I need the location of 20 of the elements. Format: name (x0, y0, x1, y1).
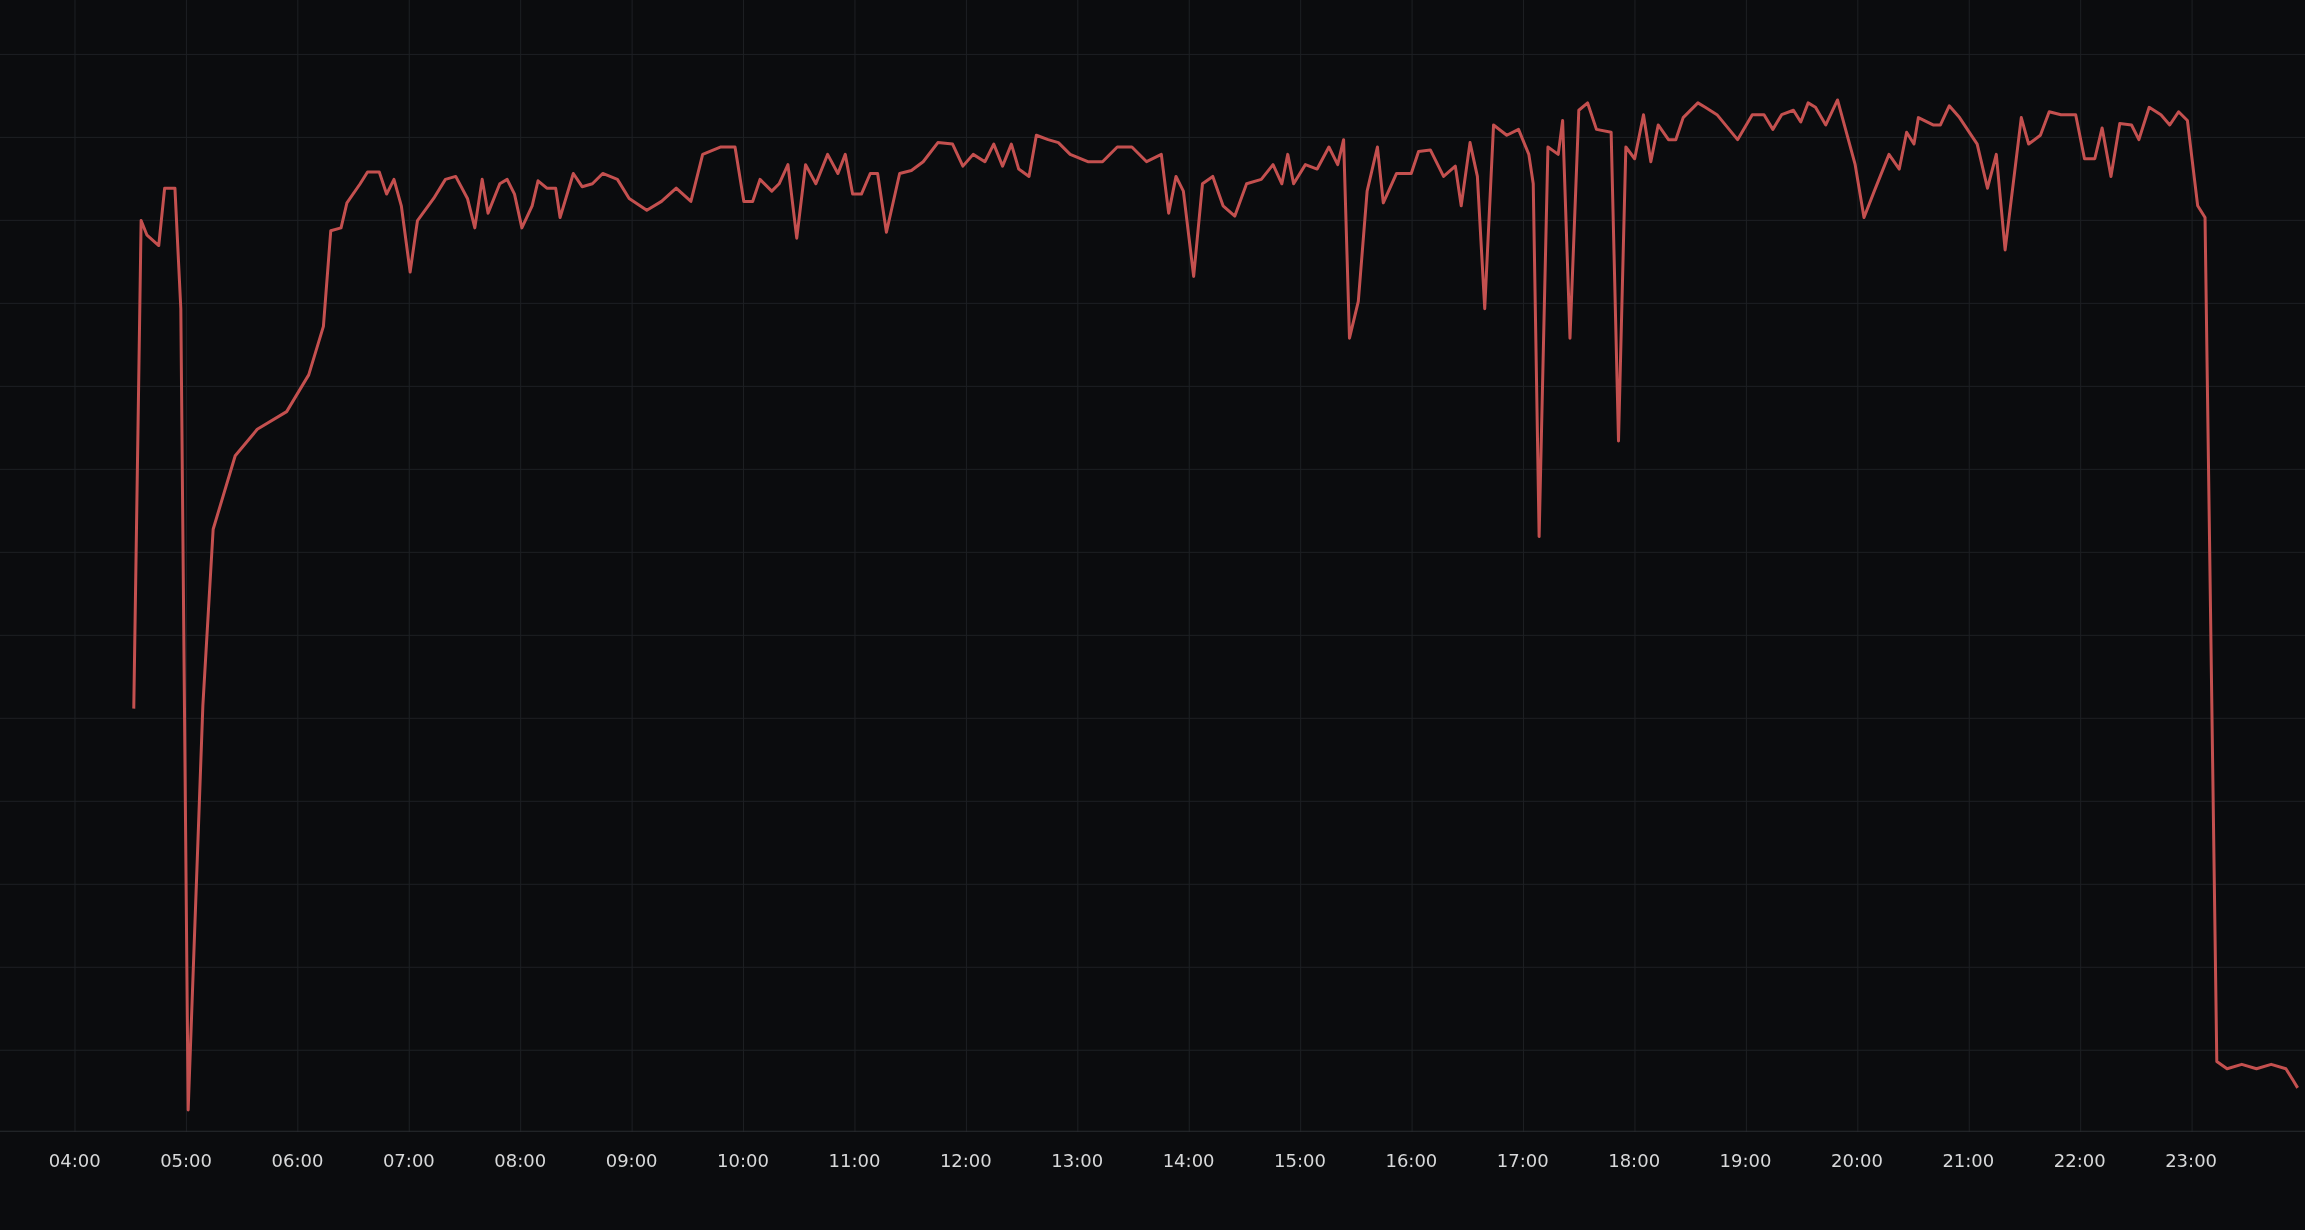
time-label: 07:00 (381, 1150, 436, 1171)
time-label: 11:00 (827, 1150, 882, 1171)
time-label: 19:00 (1718, 1150, 1773, 1171)
time-label: 04:00 (47, 1150, 102, 1171)
time-label: 16:00 (1384, 1150, 1439, 1171)
time-label: 13:00 (1050, 1150, 1105, 1171)
time-label: 12:00 (938, 1150, 993, 1171)
time-label: 05:00 (159, 1150, 213, 1171)
time-label: 20:00 (1830, 1150, 1884, 1171)
time-label: 06:00 (270, 1150, 325, 1171)
time-label: 18:00 (1607, 1150, 1662, 1171)
time-label: 22:00 (2052, 1150, 2107, 1171)
time-label: 15:00 (1273, 1150, 1327, 1171)
time-label: 17:00 (1495, 1150, 1550, 1171)
time-label: 09:00 (604, 1150, 659, 1171)
time-label: 14:00 (1161, 1150, 1216, 1171)
time-label: 08:00 (493, 1150, 548, 1171)
time-label: 21:00 (1941, 1150, 1996, 1171)
time-label: 10:00 (716, 1150, 770, 1171)
time-label: 23:00 (2164, 1150, 2219, 1171)
